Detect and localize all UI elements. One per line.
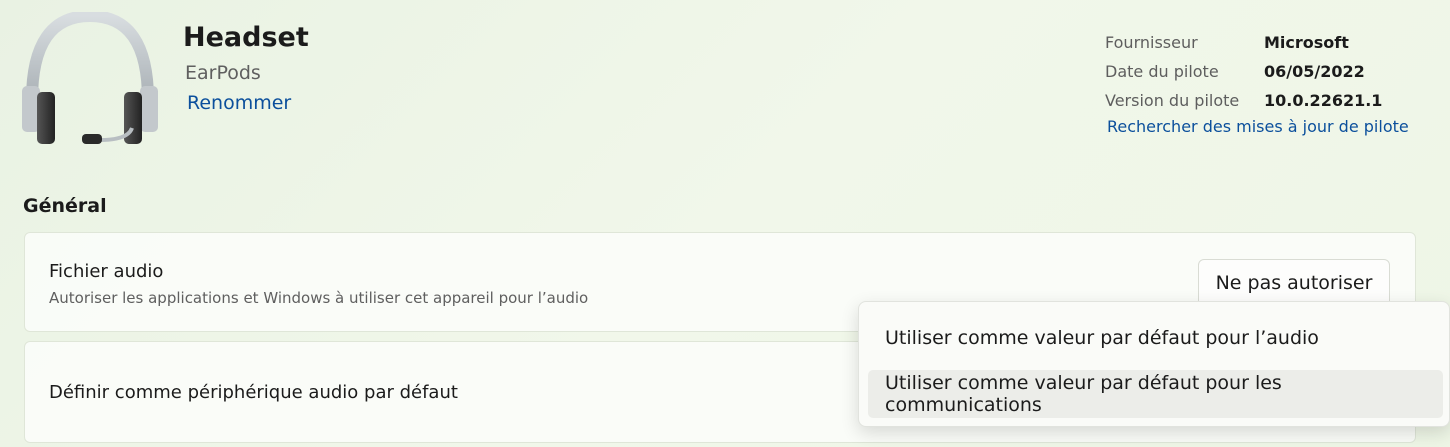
disallow-button[interactable]: Ne pas autoriser xyxy=(1198,259,1390,307)
device-model: EarPods xyxy=(185,62,261,84)
driver-row-date: Date du pilote 06/05/2022 xyxy=(1105,57,1382,86)
driver-value: 06/05/2022 xyxy=(1264,62,1365,81)
driver-row-vendor: Fournisseur Microsoft xyxy=(1105,28,1382,57)
driver-row-version: Version du pilote 10.0.22621.1 xyxy=(1105,86,1382,115)
default-device-title: Définir comme périphérique audio par déf… xyxy=(49,382,458,403)
driver-info: Fournisseur Microsoft Date du pilote 06/… xyxy=(1105,28,1409,136)
default-device-menu: Utiliser comme valeur par défaut pour l’… xyxy=(858,301,1450,427)
section-title-general: Général xyxy=(23,195,107,217)
headset-icon xyxy=(20,9,160,152)
menu-item-default-audio[interactable]: Utiliser comme valeur par défaut pour l’… xyxy=(868,314,1443,362)
device-name: Headset xyxy=(183,22,309,53)
driver-label: Version du pilote xyxy=(1105,91,1240,110)
rename-link[interactable]: Renommer xyxy=(187,92,291,114)
menu-item-default-communications[interactable]: Utiliser comme valeur par défaut pour le… xyxy=(868,370,1443,418)
audio-card-description: Autoriser les applications et Windows à … xyxy=(49,289,589,307)
driver-update-link[interactable]: Rechercher des mises à jour de pilote xyxy=(1107,117,1409,136)
audio-card-title: Fichier audio xyxy=(49,261,164,282)
driver-value: 10.0.22621.1 xyxy=(1264,91,1383,110)
driver-value: Microsoft xyxy=(1264,33,1349,52)
driver-label: Date du pilote xyxy=(1105,62,1219,81)
driver-label: Fournisseur xyxy=(1105,33,1198,52)
